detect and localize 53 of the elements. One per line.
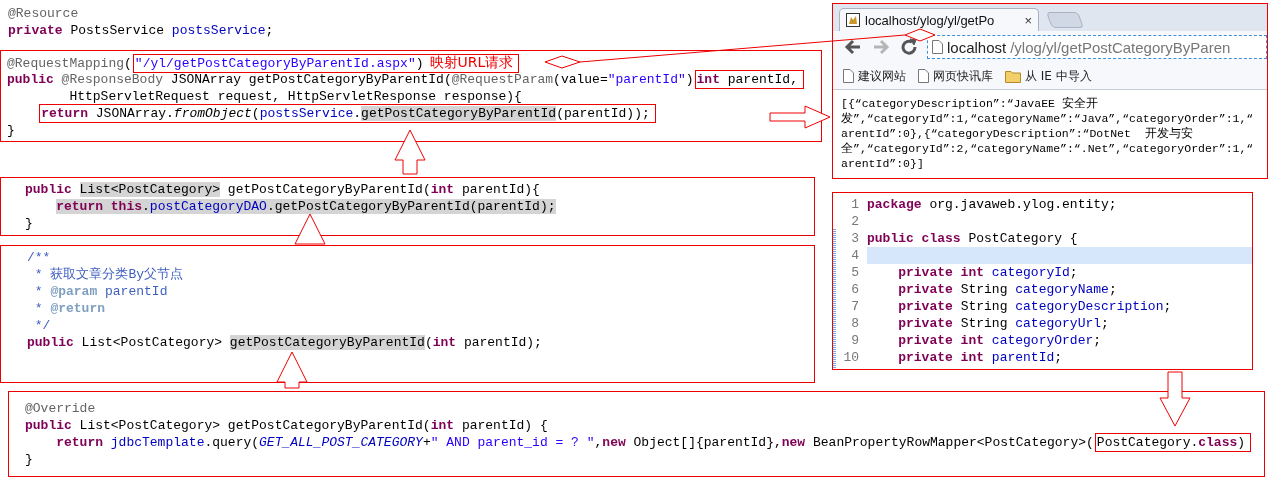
- code-line: private int categoryOrder;: [897, 332, 1103, 349]
- code-line: * @param parentId: [33, 283, 168, 300]
- address-field[interactable]: localhost /ylog/yl/getPostCategoryByParen: [927, 35, 1267, 59]
- code-line: @Override: [25, 400, 96, 417]
- line-number: 9: [850, 332, 860, 349]
- close-tab-button[interactable]: ×: [1024, 12, 1032, 28]
- page-content: [{“categoryDescription”:“JavaEE 安全开 发”,“categoryId”:1,“categoryName”:“Java”,“categoryOrder”:1,“ arentId”:0},{“categoryDescription”:“DotNet 开发与安 全”,“categoryId”:2,“categoryName”:“.Net”,“categoryOrder”:1,“ arentId”:0}]: [833, 90, 1267, 178]
- favicon-icon: [846, 13, 860, 27]
- code-line: }: [7, 122, 15, 139]
- code-line: public class PostCategory {: [867, 230, 1079, 247]
- code-line: return jdbcTemplate.query(GET_ALL_POST_CATEGORY+" AND parent_id = ? ",new Object[]{parentId},new BeanPropertyRowMapper<PostCategory>( PostCategory.class): [25, 434, 1250, 451]
- bookmark-item[interactable]: 建议网站: [843, 67, 906, 85]
- code-line: @Resource: [8, 5, 79, 22]
- code-line: return this.postCategoryDAO.getPostCategoryByParentId(parentId);: [55, 198, 556, 215]
- code-line: }: [25, 215, 33, 232]
- code-line: private PostsService postsService;: [8, 22, 274, 39]
- bookmark-item[interactable]: 从 IE 中导入: [1005, 67, 1092, 85]
- code-line: */: [33, 317, 51, 334]
- code-line: public List<PostCategory> getPostCategoryByParentId(int parentId){: [25, 181, 540, 198]
- code-line: private int categoryId;: [897, 264, 1079, 281]
- line-number: 5: [850, 264, 860, 281]
- code-line: package org.javaweb.ylog.entity;: [867, 196, 1118, 213]
- line-number: 10: [842, 349, 860, 366]
- code-line: private int parentId;: [897, 349, 1064, 366]
- code-line: * 获取文章分类By父节点: [33, 266, 183, 283]
- tab-title: localhost/ylog/yl/getPo: [865, 12, 996, 28]
- code-line: public @ResponseBody JSONArray getPostCategoryByParentId(@RequestParam(value="parentId") int parentId,: [7, 71, 802, 88]
- folder-icon: [1005, 69, 1021, 83]
- code-line: private String categoryName;: [897, 281, 1118, 298]
- code-line: HttpServletRequest request, HttpServletResponse response){: [68, 88, 522, 105]
- code-line: }: [25, 451, 33, 468]
- code-line: private String categoryDescription;: [897, 298, 1173, 315]
- page-icon: [932, 40, 943, 54]
- line-number: 7: [850, 298, 860, 315]
- code-line: /**: [27, 249, 51, 266]
- bookmark-item[interactable]: 网页快讯库: [918, 67, 993, 85]
- page-icon: [843, 69, 854, 83]
- line-number: 1: [850, 196, 860, 213]
- code-line: return JSONArray.fromObject(postsService.getPostCategoryByParentId(parentId));: [7, 105, 654, 122]
- line-number: 3: [850, 230, 860, 247]
- line-number: 8: [850, 315, 860, 332]
- back-button[interactable]: [843, 37, 863, 57]
- code-line: private String categoryUrl;: [897, 315, 1110, 332]
- code-line: @RequestMapping( "/yl/getPostCategoryByParentId.aspx") 映射URL请求: [7, 54, 518, 71]
- page-icon: [918, 69, 929, 83]
- code-line: * @return: [33, 300, 105, 317]
- reload-button[interactable]: [899, 37, 919, 57]
- line-number: 2: [850, 213, 860, 230]
- line-number: 4: [850, 247, 860, 264]
- code-line: public List<PostCategory> getPostCategoryByParentId(int parentId);: [27, 334, 542, 351]
- browser-tab[interactable]: localhost/ylog/yl/getPo ×: [839, 8, 1039, 31]
- code-line: public List<PostCategory> getPostCategoryByParentId(int parentId) {: [25, 417, 548, 434]
- line-number: 6: [850, 281, 860, 298]
